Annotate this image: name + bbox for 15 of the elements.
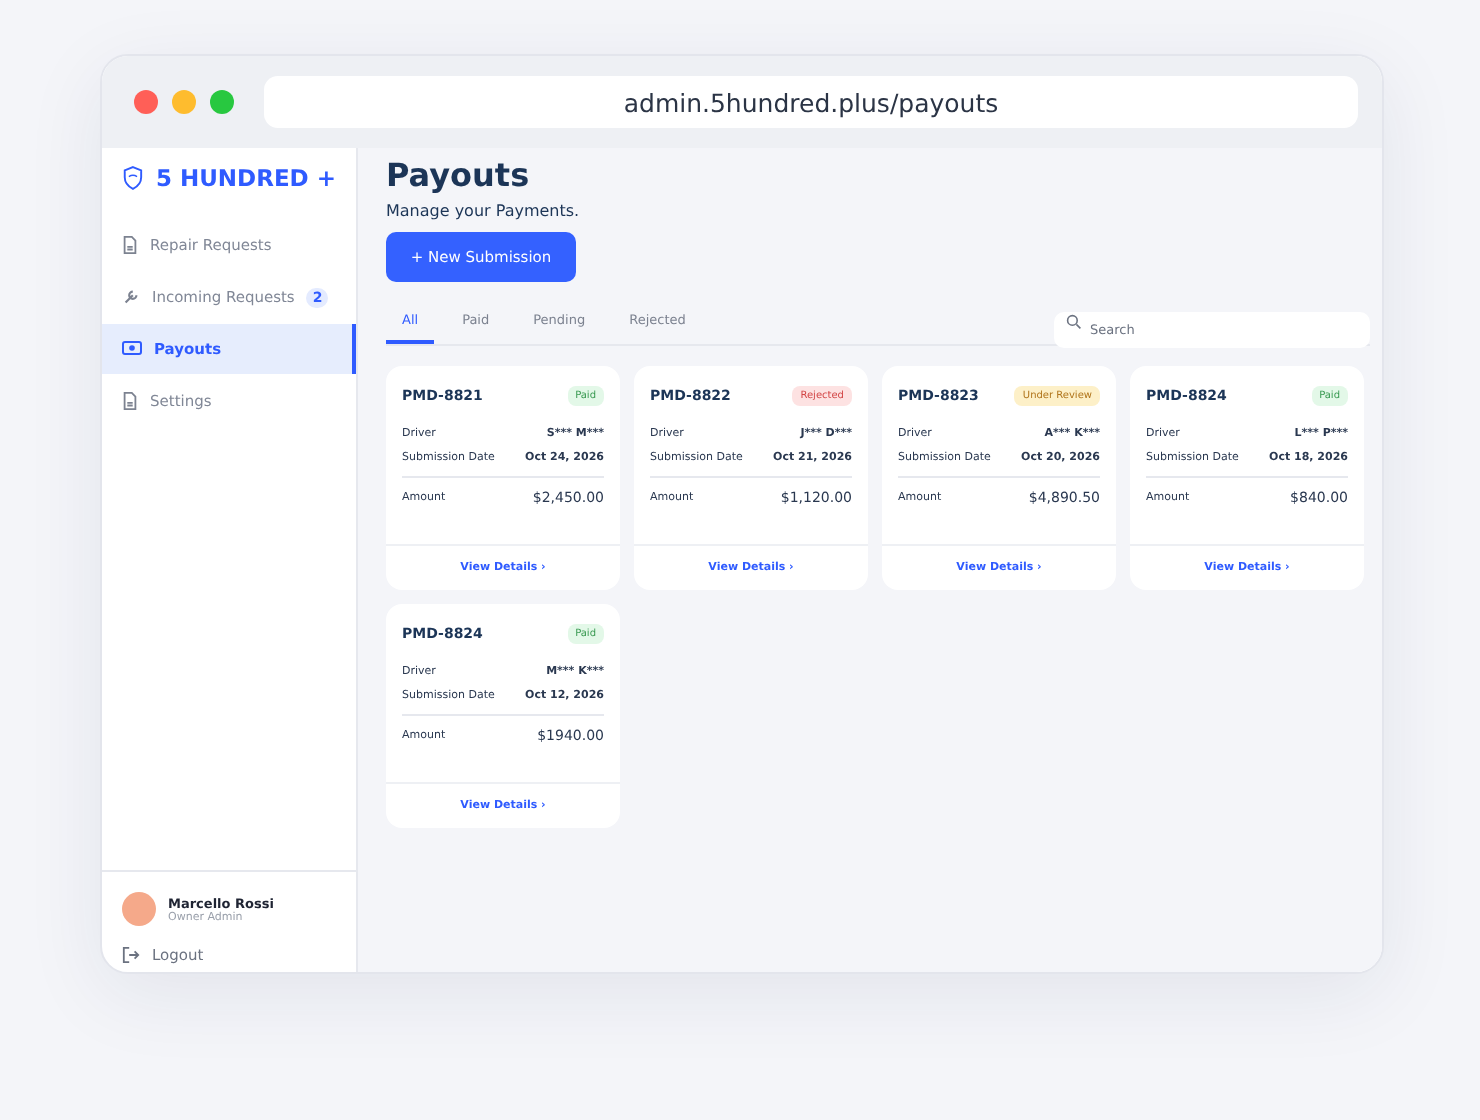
document-icon [122,236,138,254]
address-bar[interactable]: admin.5hundred.plus/payouts [264,76,1358,128]
maximize-dot[interactable] [210,90,234,114]
logout-icon [122,946,140,964]
minimize-dot[interactable] [172,90,196,114]
shield-logo-icon [122,160,144,196]
page-title: Payouts [386,156,532,194]
money-icon [122,340,142,358]
document-icon [122,392,138,410]
logo-text: 5 HUNDRED + [155,164,336,192]
page-subtitle: Manage your Payments. [386,202,582,220]
search-icon [1066,313,1082,329]
close-dot[interactable] [134,90,158,114]
wrench-icon [122,288,140,306]
avatar [122,892,156,926]
